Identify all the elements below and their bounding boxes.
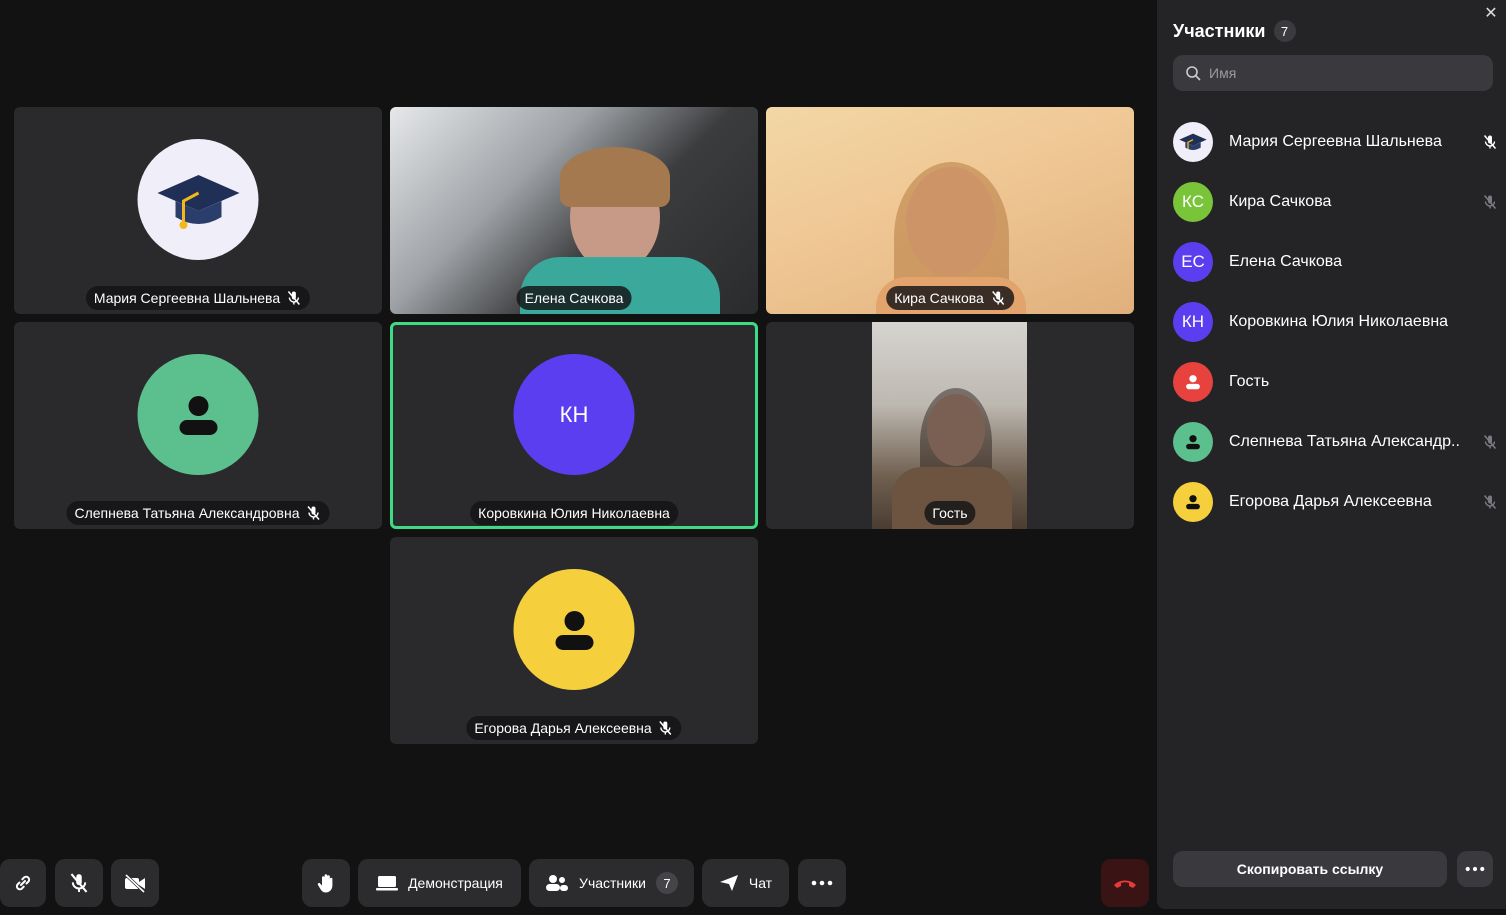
participant-row[interactable]: Слепнева Татьяна Александр.. [1173, 412, 1498, 472]
participants-button[interactable]: Участники 7 [529, 859, 694, 907]
participant-name: Мария Сергеевна Шальнева [93, 290, 281, 306]
person-icon [1173, 422, 1213, 462]
video-feed [390, 107, 758, 314]
avatar: КН [1173, 302, 1213, 342]
tile-korovkina[interactable]: КН Коровкина Юлия Николаевна [390, 322, 758, 529]
participant-row[interactable]: КС Кира Сачкова [1173, 172, 1498, 232]
person-icon [1173, 362, 1213, 402]
person-icon [513, 569, 635, 690]
tile-egorova[interactable]: Егорова Дарья Алексеевна [390, 537, 758, 744]
tile-maria[interactable]: Мария Сергеевна Шальнева [14, 107, 382, 314]
mic-off-icon [659, 721, 672, 735]
mic-off-icon [70, 873, 88, 893]
tile-slepneva[interactable]: Слепнева Татьяна Александровна [14, 322, 382, 529]
mic-off-icon [307, 506, 320, 520]
graduation-cap-icon [1173, 122, 1213, 162]
people-icon [546, 875, 569, 891]
search-field[interactable] [1173, 55, 1493, 91]
name-tag: Слепнева Татьяна Александровна [66, 501, 330, 525]
more-options-button[interactable] [798, 859, 846, 907]
copy-link-button[interactable]: Скопировать ссылку [1173, 851, 1447, 887]
name-tag: Мария Сергеевна Шальнева [85, 286, 311, 310]
person-icon [137, 354, 259, 475]
avatar-initials: КС [1182, 192, 1204, 211]
participant-name: Коровкина Юлия Николаевна [478, 505, 670, 521]
participant-name: Егорова Дарья Алексеевна [474, 720, 652, 736]
participants-label: Участники [579, 875, 646, 891]
screen-share-button[interactable]: Демонстрация [358, 859, 521, 907]
video-feed [872, 322, 1027, 529]
avatar-initials: КН [1181, 312, 1205, 331]
participant-row[interactable]: КН Коровкина Юлия Николаевна [1173, 292, 1498, 352]
participant-name: Гость [932, 505, 968, 521]
graduation-cap-icon [137, 139, 259, 260]
participant-row[interactable]: Гость [1173, 352, 1498, 412]
mic-off-icon [288, 291, 301, 305]
participant-name: Елена Сачкова [1229, 253, 1342, 270]
participant-name: Слепнева Татьяна Александр.. [1229, 433, 1460, 450]
mic-off-icon [1483, 495, 1497, 509]
copy-link-button[interactable] [0, 859, 46, 907]
raise-hand-button[interactable] [302, 859, 350, 907]
screen-share-label: Демонстрация [408, 875, 503, 891]
mic-off-icon [991, 291, 1004, 305]
participant-name: Кира Сачкова [894, 290, 984, 306]
tile-kira[interactable]: Кира Сачкова [766, 107, 1134, 314]
close-icon[interactable]: ✕ [1482, 4, 1500, 22]
mic-off-icon [1483, 195, 1497, 209]
mic-off-icon [1483, 135, 1497, 149]
search-input[interactable] [1209, 65, 1469, 81]
avatar-initials: ЕС [1181, 252, 1205, 271]
name-tag: Елена Сачкова [516, 286, 632, 310]
microphone-toggle[interactable] [55, 859, 103, 907]
panel-title-label: Участники [1173, 20, 1266, 41]
participant-row[interactable]: Мария Сергеевна Шальнева [1173, 112, 1498, 172]
panel-title: Участники 7 [1173, 20, 1296, 42]
video-feed [766, 107, 1134, 314]
participants-count-badge: 7 [1273, 20, 1296, 42]
participant-name: Мария Сергеевна Шальнева [1229, 133, 1442, 150]
participant-name: Егорова Дарья Алексеевна [1229, 493, 1432, 510]
tile-elena[interactable]: Елена Сачкова [390, 107, 758, 314]
avatar: ЕС [1173, 242, 1213, 282]
hand-icon [317, 874, 333, 893]
more-options-button[interactable] [1457, 851, 1493, 887]
name-tag: Кира Сачкова [886, 286, 1014, 310]
participants-list: Мария Сергеевна Шальнева КС Кира Сачкова… [1173, 112, 1498, 532]
camera-off-icon [124, 873, 146, 894]
tile-guest[interactable]: Гость [766, 322, 1134, 529]
video-grid: Мария Сергеевна Шальнева Елена Сачкова К… [0, 0, 1156, 915]
participant-row[interactable]: ЕС Елена Сачкова [1173, 232, 1498, 292]
name-tag: Коровкина Юлия Николаевна [470, 501, 678, 525]
name-tag: Егорова Дарья Алексеевна [466, 716, 682, 740]
phone-hangup-icon [1114, 880, 1136, 888]
participant-name: Слепнева Татьяна Александровна [74, 505, 300, 521]
hang-up-button[interactable] [1101, 859, 1149, 907]
person-icon [1173, 482, 1213, 522]
participant-name: Кира Сачкова [1229, 193, 1332, 210]
screen-share-icon [376, 876, 399, 891]
more-dots-icon [811, 880, 833, 886]
more-dots-icon [1465, 866, 1485, 872]
mic-off-icon [1483, 435, 1497, 449]
participant-name: Коровкина Юлия Николаевна [1229, 313, 1449, 330]
participant-name: Гость [1229, 373, 1270, 390]
avatar: КС [1173, 182, 1213, 222]
name-tag: Гость [924, 501, 976, 525]
participants-panel: ✕ Участники 7 Мария Сергеевна Шальнева К… [1157, 0, 1506, 909]
avatar-initials: КН [559, 401, 589, 427]
participant-name: Елена Сачкова [524, 290, 624, 306]
link-icon [15, 875, 31, 891]
search-icon [1186, 66, 1201, 81]
send-icon [719, 875, 738, 891]
participant-row[interactable]: Егорова Дарья Алексеевна [1173, 472, 1498, 532]
chat-button[interactable]: Чат [702, 859, 789, 907]
avatar: КН [513, 354, 635, 475]
camera-toggle[interactable] [111, 859, 159, 907]
participants-count-badge: 7 [655, 872, 678, 894]
chat-label: Чат [748, 875, 773, 891]
